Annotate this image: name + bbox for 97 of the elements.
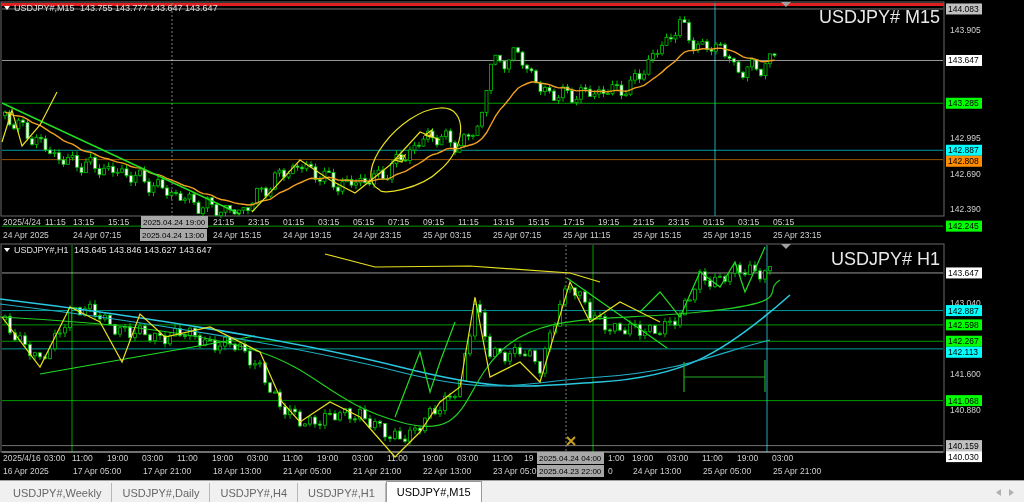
price-level-label: 143.647: [946, 267, 982, 279]
time-label: 11:00: [492, 453, 513, 463]
time-label: 25 Apr 11:15: [563, 230, 611, 240]
time-label: 03:00: [352, 453, 374, 463]
time-label: 03:00: [44, 453, 66, 463]
price-tick: 140.880: [950, 404, 981, 415]
time-label: 03:00: [142, 453, 164, 463]
time-label: 09:15: [423, 217, 445, 227]
time-label: 22 Apr 13:00: [423, 466, 472, 476]
price-level-label: 140.159: [946, 440, 982, 452]
time-label: 11:00: [177, 453, 198, 463]
price-level-label: 140.030: [946, 451, 982, 463]
time-label: 19:15: [598, 217, 620, 227]
crosshair-time-label: 2025.04.23 22:00: [537, 465, 604, 477]
time-label: 25 Apr 23:15: [773, 230, 822, 240]
time-label: 21:15: [633, 217, 655, 227]
time-label: 24 Apr 23:15: [353, 230, 402, 240]
time-label: 24 Apr 15:15: [213, 230, 262, 240]
time-label: 24 Apr 13:00: [633, 466, 682, 476]
time-label: 11:15: [45, 217, 66, 227]
price-level-label: 142.113: [946, 346, 982, 358]
time-label: 25 Apr 03:15: [423, 230, 472, 240]
price-level-label: 142.887: [946, 144, 982, 156]
time-label: 19:00: [107, 453, 129, 463]
time-label: 24 Apr 07:15: [73, 230, 122, 240]
time-label: 1:00: [608, 453, 625, 463]
time-label: 2025/4/24: [3, 217, 41, 227]
time-label: 24 Apr 19:15: [283, 230, 332, 240]
time-label: 15:15: [528, 217, 550, 227]
time-label: 16 Apr 2025: [3, 466, 49, 476]
price-level-label: 142.267: [946, 335, 982, 347]
price-level-label: 141.068: [946, 395, 982, 407]
crosshair-time-label: 2025.04.24 04:00: [537, 452, 604, 464]
price-level-label: 144.083: [946, 3, 982, 15]
price-level-label: 142.598: [946, 319, 982, 331]
time-label: 21 Apr 05:00: [283, 466, 332, 476]
time-label: 25 Apr 05:00: [703, 466, 752, 476]
ohlc-values: 143.755 143.777 143.647 143.647: [80, 3, 218, 13]
time-label: 05:15: [353, 217, 375, 227]
time-label: 03:00: [667, 453, 689, 463]
time-label: 0: [608, 466, 613, 476]
time-label: 11:15: [458, 217, 479, 227]
time-label: 03:15: [738, 217, 760, 227]
time-label: 17 Apr 21:00: [143, 466, 192, 476]
time-label: 25 Apr 21:00: [773, 466, 822, 476]
time-label: 21 Apr 21:00: [353, 466, 402, 476]
time-label: 23:15: [668, 217, 690, 227]
chart-tab[interactable]: USDJPY#,M15: [385, 481, 482, 502]
price-tick: 143.905: [950, 25, 981, 35]
price-tick: 141.600: [950, 369, 981, 380]
price-level-label: 142.887: [946, 305, 982, 317]
price-level-label: 143.647: [946, 55, 982, 66]
crosshair-time-label: 2025.04.24 19:00: [141, 216, 208, 228]
time-label: 03:00: [457, 453, 479, 463]
time-label: 19:00: [422, 453, 444, 463]
price-tick: 142.995: [950, 132, 981, 143]
time-label: 13:15: [493, 217, 515, 227]
time-label: 01:15: [283, 217, 305, 227]
time-label: 05:15: [773, 217, 795, 227]
time-label: 24 Apr 2025: [3, 230, 49, 240]
time-label: 19:00: [737, 453, 759, 463]
time-label: 19:00: [212, 453, 234, 463]
time-label: 01:15: [703, 217, 725, 227]
time-label: 03:00: [772, 453, 794, 463]
time-label: 11:00: [282, 453, 303, 463]
price-level-label: 143.285: [946, 97, 982, 109]
time-label: 21:15: [213, 217, 235, 227]
time-label: 19: [524, 453, 534, 463]
price-tick: 142.390: [950, 204, 981, 214]
time-label: 15:15: [108, 217, 130, 227]
time-label: 2025/4/16: [3, 453, 41, 463]
time-label: 25 Apr 07:15: [493, 230, 542, 240]
time-label: 11:00: [72, 453, 93, 463]
time-label: 07:15: [388, 217, 410, 227]
time-label: 17 Apr 05:00: [73, 466, 122, 476]
time-label: 25 Apr 19:15: [703, 230, 752, 240]
time-label: 23 Apr 05:0: [493, 466, 537, 476]
ohlc-values: 143.645 143.846 143.627 143.647: [74, 245, 212, 255]
time-label: 19:00: [632, 453, 654, 463]
symbol-label: USDJPY#,M15: [14, 3, 75, 13]
time-label: 13:15: [73, 217, 95, 227]
time-label: 03:15: [318, 217, 340, 227]
chart-title: USDJPY# H1: [830, 249, 940, 269]
price-tick: 142.690: [950, 168, 981, 179]
time-label: 25 Apr 15:15: [633, 230, 682, 240]
time-label: 18 Apr 13:00: [213, 466, 262, 476]
time-label: 19:00: [317, 453, 339, 463]
price-level-label: 142.808: [946, 155, 982, 167]
time-label: 03:00: [247, 453, 269, 463]
time-label: 11:00: [387, 453, 408, 463]
symbol-label: USDJPY#,H1: [14, 245, 69, 255]
crosshair-time-label: 2025.04.24 13:00: [140, 229, 207, 241]
time-label: 11:00: [702, 453, 723, 463]
chart-title: USDJPY# M15: [818, 7, 940, 27]
price-level-label: 142.245: [946, 220, 982, 232]
time-label: 23:15: [248, 217, 270, 227]
time-label: 17:15: [563, 217, 585, 227]
